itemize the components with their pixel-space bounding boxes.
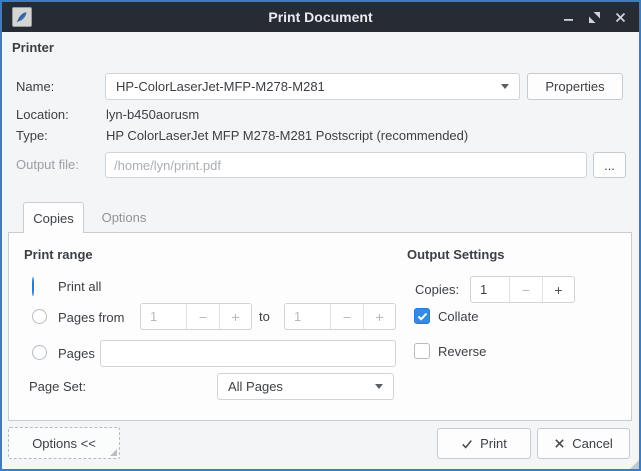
print-button-label: Print — [480, 436, 507, 451]
reverse-label[interactable]: Reverse — [438, 344, 486, 359]
pages-radio[interactable] — [32, 345, 47, 360]
copies-increment-button[interactable]: + — [542, 277, 574, 302]
app-feather-icon — [12, 7, 32, 27]
properties-button[interactable]: Properties — [527, 73, 623, 100]
copies-decrement-button[interactable]: − — [510, 277, 542, 302]
pages-to-label: to — [259, 303, 270, 330]
print-all-label[interactable]: Print all — [58, 279, 101, 294]
output-settings-title: Output Settings — [407, 247, 505, 262]
pages-to-increment-button[interactable]: + — [363, 304, 395, 329]
page-set-value: All Pages — [228, 379, 283, 394]
check-icon — [417, 311, 428, 322]
print-all-radio[interactable] — [32, 277, 34, 296]
print-button[interactable]: Print — [437, 428, 531, 459]
pages-from-decrement-button[interactable]: − — [187, 304, 219, 329]
tab-options[interactable]: Options — [84, 202, 164, 232]
minimize-button[interactable] — [555, 2, 581, 32]
window-title: Print Document — [2, 9, 639, 25]
output-file-field[interactable] — [105, 152, 587, 178]
close-button[interactable] — [607, 2, 633, 32]
pages-from-label[interactable]: Pages from — [58, 310, 124, 325]
pages-to-decrement-button[interactable]: − — [331, 304, 363, 329]
pages-to-spinbox[interactable]: 1 − + — [284, 303, 396, 330]
pages-from-increment-button[interactable]: + — [219, 304, 251, 329]
cancel-button-label: Cancel — [572, 436, 612, 451]
tab-copies[interactable]: Copies — [23, 202, 84, 233]
printer-name-value: HP-ColorLaserJet-MFP-M278-M281 — [116, 79, 325, 94]
collate-checkbox[interactable] — [414, 308, 430, 324]
cancel-button[interactable]: Cancel — [537, 428, 630, 459]
pages-from-radio[interactable] — [32, 309, 47, 324]
browse-button[interactable]: ... — [593, 152, 626, 178]
pages-label[interactable]: Pages — [58, 346, 95, 361]
close-icon — [615, 12, 626, 23]
type-value: HP ColorLaserJet MFP M278-M281 Postscrip… — [106, 128, 468, 143]
x-icon — [554, 438, 565, 449]
copies-label: Copies: — [415, 276, 459, 303]
button-grip-icon — [110, 449, 117, 456]
page-set-label: Page Set: — [29, 373, 86, 400]
restore-button[interactable] — [581, 2, 607, 32]
type-label: Type: — [16, 128, 48, 143]
printer-name-label: Name: — [16, 73, 54, 100]
print-range-title: Print range — [24, 247, 93, 262]
resize-grip[interactable] — [628, 458, 641, 471]
pages-from-spinbox[interactable]: 1 − + — [140, 303, 252, 330]
options-toggle-label: Options << — [32, 436, 96, 451]
printer-section-title: Printer — [12, 40, 54, 55]
reverse-checkbox[interactable] — [414, 343, 430, 359]
collate-label[interactable]: Collate — [438, 309, 478, 324]
restore-icon — [589, 12, 600, 23]
check-icon — [461, 438, 473, 450]
copies-spinbox[interactable]: 1 − + — [470, 276, 575, 303]
location-value: lyn-b450aorusm — [106, 107, 199, 122]
pages-to-value: 1 — [285, 304, 331, 329]
page-set-combobox[interactable]: All Pages — [217, 373, 394, 400]
options-toggle-button[interactable]: Options << — [8, 427, 120, 459]
output-file-label: Output file: — [16, 151, 79, 178]
titlebar[interactable]: Print Document — [2, 2, 639, 32]
pages-field[interactable] — [100, 340, 396, 367]
chevron-down-icon — [501, 84, 509, 89]
minimize-icon — [563, 12, 574, 23]
location-label: Location: — [16, 107, 69, 122]
printer-name-combobox[interactable]: HP-ColorLaserJet-MFP-M278-M281 — [105, 73, 520, 100]
copies-tab-panel: Print range Print all Pages from 1 − + t… — [8, 232, 632, 421]
chevron-down-icon — [375, 384, 383, 389]
pages-from-value: 1 — [141, 304, 187, 329]
copies-value: 1 — [471, 277, 510, 302]
print-dialog-window: Print Document Printer Name: HP-Color — [0, 0, 641, 471]
